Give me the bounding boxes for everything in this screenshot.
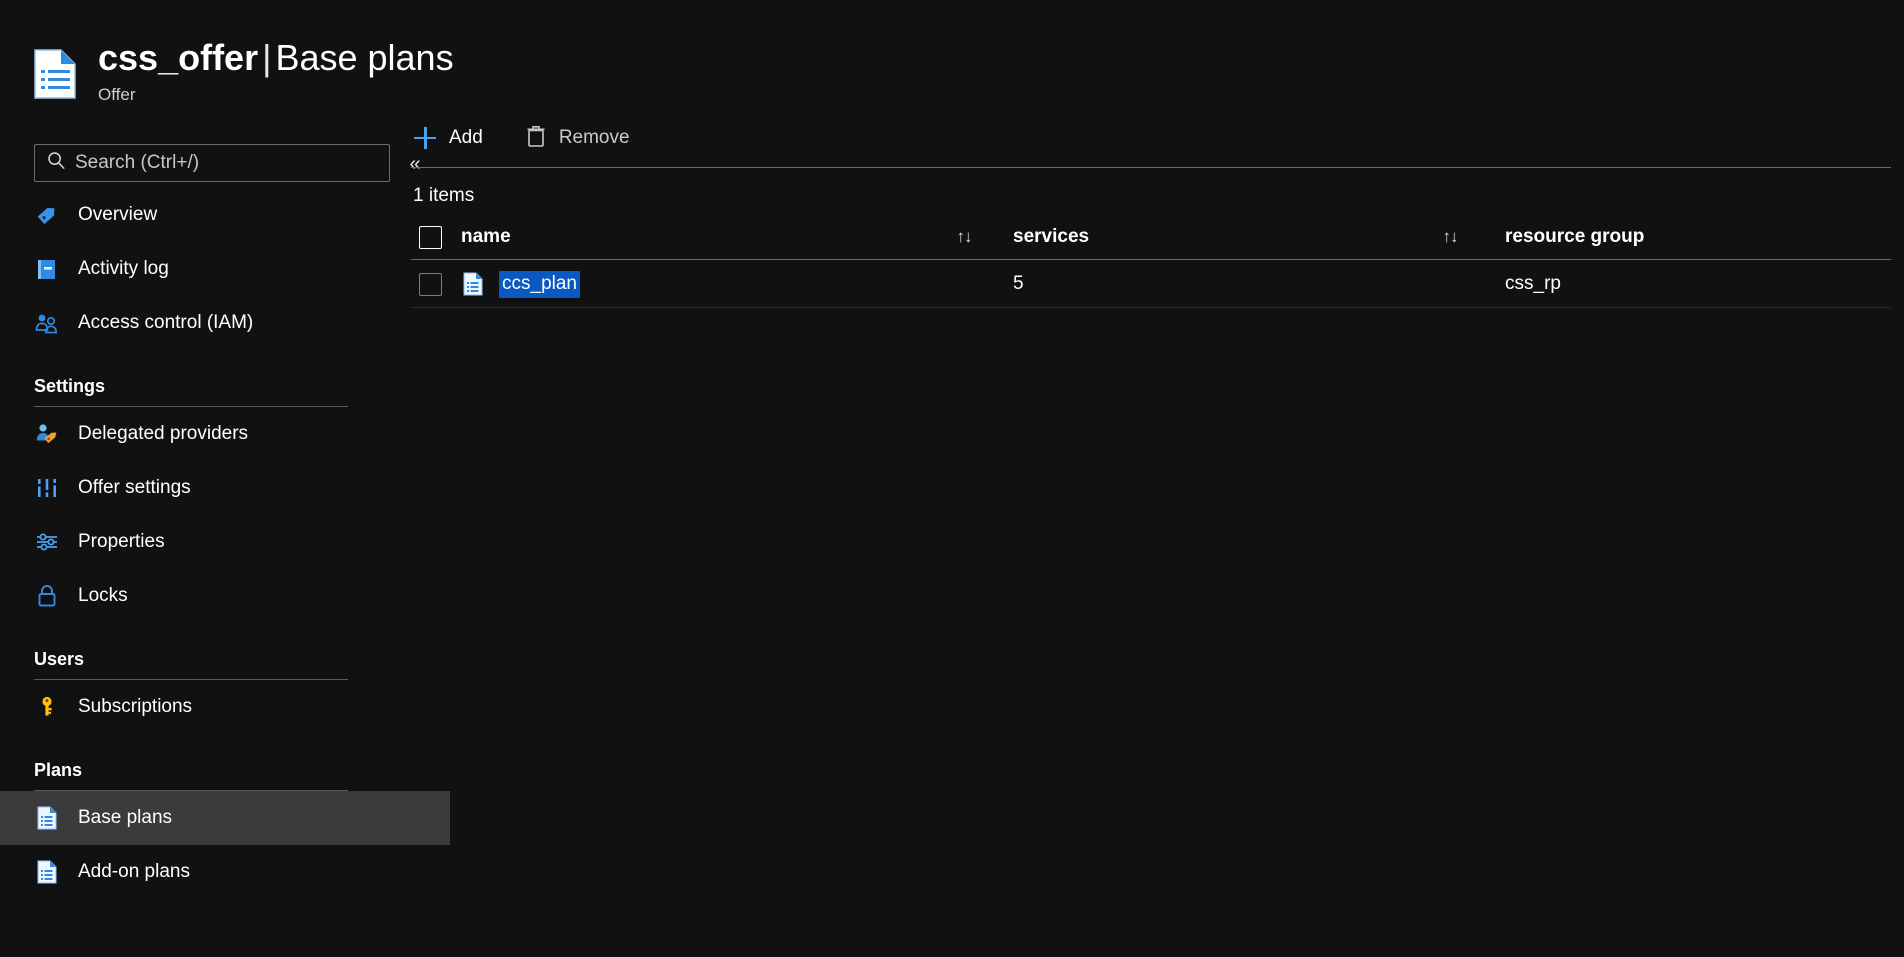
table-header-row: name ↑↓ services ↑↓ resource group (411, 214, 1891, 260)
column-label: name (461, 226, 511, 248)
resource-group-value: css_rp (1505, 273, 1561, 294)
cell-name[interactable]: ccs_plan (461, 271, 947, 298)
document-list-icon (34, 805, 60, 831)
sidebar-item-label: Activity log (78, 258, 169, 280)
search-input[interactable]: Search (Ctrl+/) (34, 144, 390, 182)
toolbar-divider (411, 167, 1891, 168)
azure-portal-blade: css_offer|Base plans Offer Search (Ctrl+… (0, 0, 1904, 957)
sidebar-section-settings: Settings (0, 350, 450, 407)
items-count: 1 items (413, 185, 474, 207)
add-button-label: Add (449, 127, 483, 149)
sidebar-search-row: Search (Ctrl+/) « (0, 140, 450, 186)
sliders-horizontal-icon (34, 529, 60, 555)
delegated-providers-icon (34, 421, 60, 447)
activity-log-icon (34, 256, 60, 282)
sidebar-item-properties[interactable]: Properties (0, 515, 450, 569)
plan-name-link[interactable]: ccs_plan (499, 271, 580, 298)
sidebar-item-delegated-providers[interactable]: Delegated providers (0, 407, 450, 461)
sidebar-section-users: Users (0, 623, 450, 680)
column-label: services (1013, 226, 1089, 247)
select-all-cell (411, 226, 461, 249)
sidebar-item-subscriptions[interactable]: Subscriptions (0, 680, 450, 734)
sidebar-item-label: Base plans (78, 807, 172, 829)
sidebar-item-label: Delegated providers (78, 423, 248, 445)
row-divider (411, 307, 1891, 308)
main-content: Add Remove 1 items (397, 0, 1904, 957)
add-button[interactable]: Add (409, 118, 487, 158)
title-separator: | (258, 37, 275, 78)
column-header-resource-group[interactable]: resource group (1467, 226, 1891, 248)
sort-name-icon[interactable]: ↑↓ (947, 227, 981, 247)
sidebar-item-label: Access control (IAM) (78, 312, 253, 334)
cell-resource-group: css_rp (1467, 273, 1891, 295)
command-bar: Add Remove (397, 112, 634, 164)
column-header-services[interactable]: services (981, 226, 1433, 248)
row-select-cell (411, 273, 461, 296)
sidebar-item-label: Overview (78, 204, 157, 226)
plus-icon (413, 126, 437, 150)
table-row[interactable]: ccs_plan 5 css_rp (411, 260, 1891, 308)
lock-icon (34, 583, 60, 609)
remove-button[interactable]: Remove (521, 118, 634, 158)
sidebar-section-title: Settings (34, 376, 450, 397)
sidebar-section-title: Users (34, 649, 450, 670)
trash-icon (525, 124, 547, 153)
document-list-icon (34, 859, 60, 885)
sidebar-item-add-on-plans[interactable]: Add-on plans (0, 845, 450, 899)
search-placeholder: Search (Ctrl+/) (75, 152, 199, 174)
document-list-icon (461, 271, 485, 297)
sidebar-item-label: Subscriptions (78, 696, 192, 718)
services-value: 5 (1013, 273, 1024, 294)
sidebar-item-label: Locks (78, 585, 128, 607)
sidebar-item-activity-log[interactable]: Activity log (0, 242, 450, 296)
sidebar-section-title: Plans (34, 760, 450, 781)
document-list-icon (32, 48, 78, 100)
sidebar-item-label: Offer settings (78, 477, 191, 499)
cell-services: 5 (981, 273, 1433, 295)
sidebar-item-base-plans[interactable]: Base plans (0, 791, 450, 845)
sidebar-item-access-control[interactable]: Access control (IAM) (0, 296, 450, 350)
search-icon (47, 151, 66, 175)
sidebar-section-plans: Plans (0, 734, 450, 791)
key-icon (34, 694, 60, 720)
row-checkbox[interactable] (419, 273, 442, 296)
people-icon (34, 310, 60, 336)
sidebar-item-offer-settings[interactable]: Offer settings (0, 461, 450, 515)
remove-button-label: Remove (559, 127, 630, 149)
tag-icon (34, 202, 60, 228)
sort-services-icon[interactable]: ↑↓ (1433, 227, 1467, 247)
sidebar-item-overview[interactable]: Overview (0, 188, 450, 242)
plans-table: name ↑↓ services ↑↓ resource group (411, 214, 1891, 308)
resource-name: css_offer (98, 37, 258, 78)
column-header-name[interactable]: name (461, 226, 947, 248)
sidebar-item-locks[interactable]: Locks (0, 569, 450, 623)
sidebar-item-label: Add-on plans (78, 861, 190, 883)
sidebar-item-label: Properties (78, 531, 165, 553)
sliders-vertical-icon (34, 475, 60, 501)
sidebar-nav: Overview Activity log (0, 188, 450, 899)
column-label: resource group (1505, 226, 1644, 247)
select-all-checkbox[interactable] (419, 226, 442, 249)
sidebar: Search (Ctrl+/) « Overview (0, 140, 450, 957)
